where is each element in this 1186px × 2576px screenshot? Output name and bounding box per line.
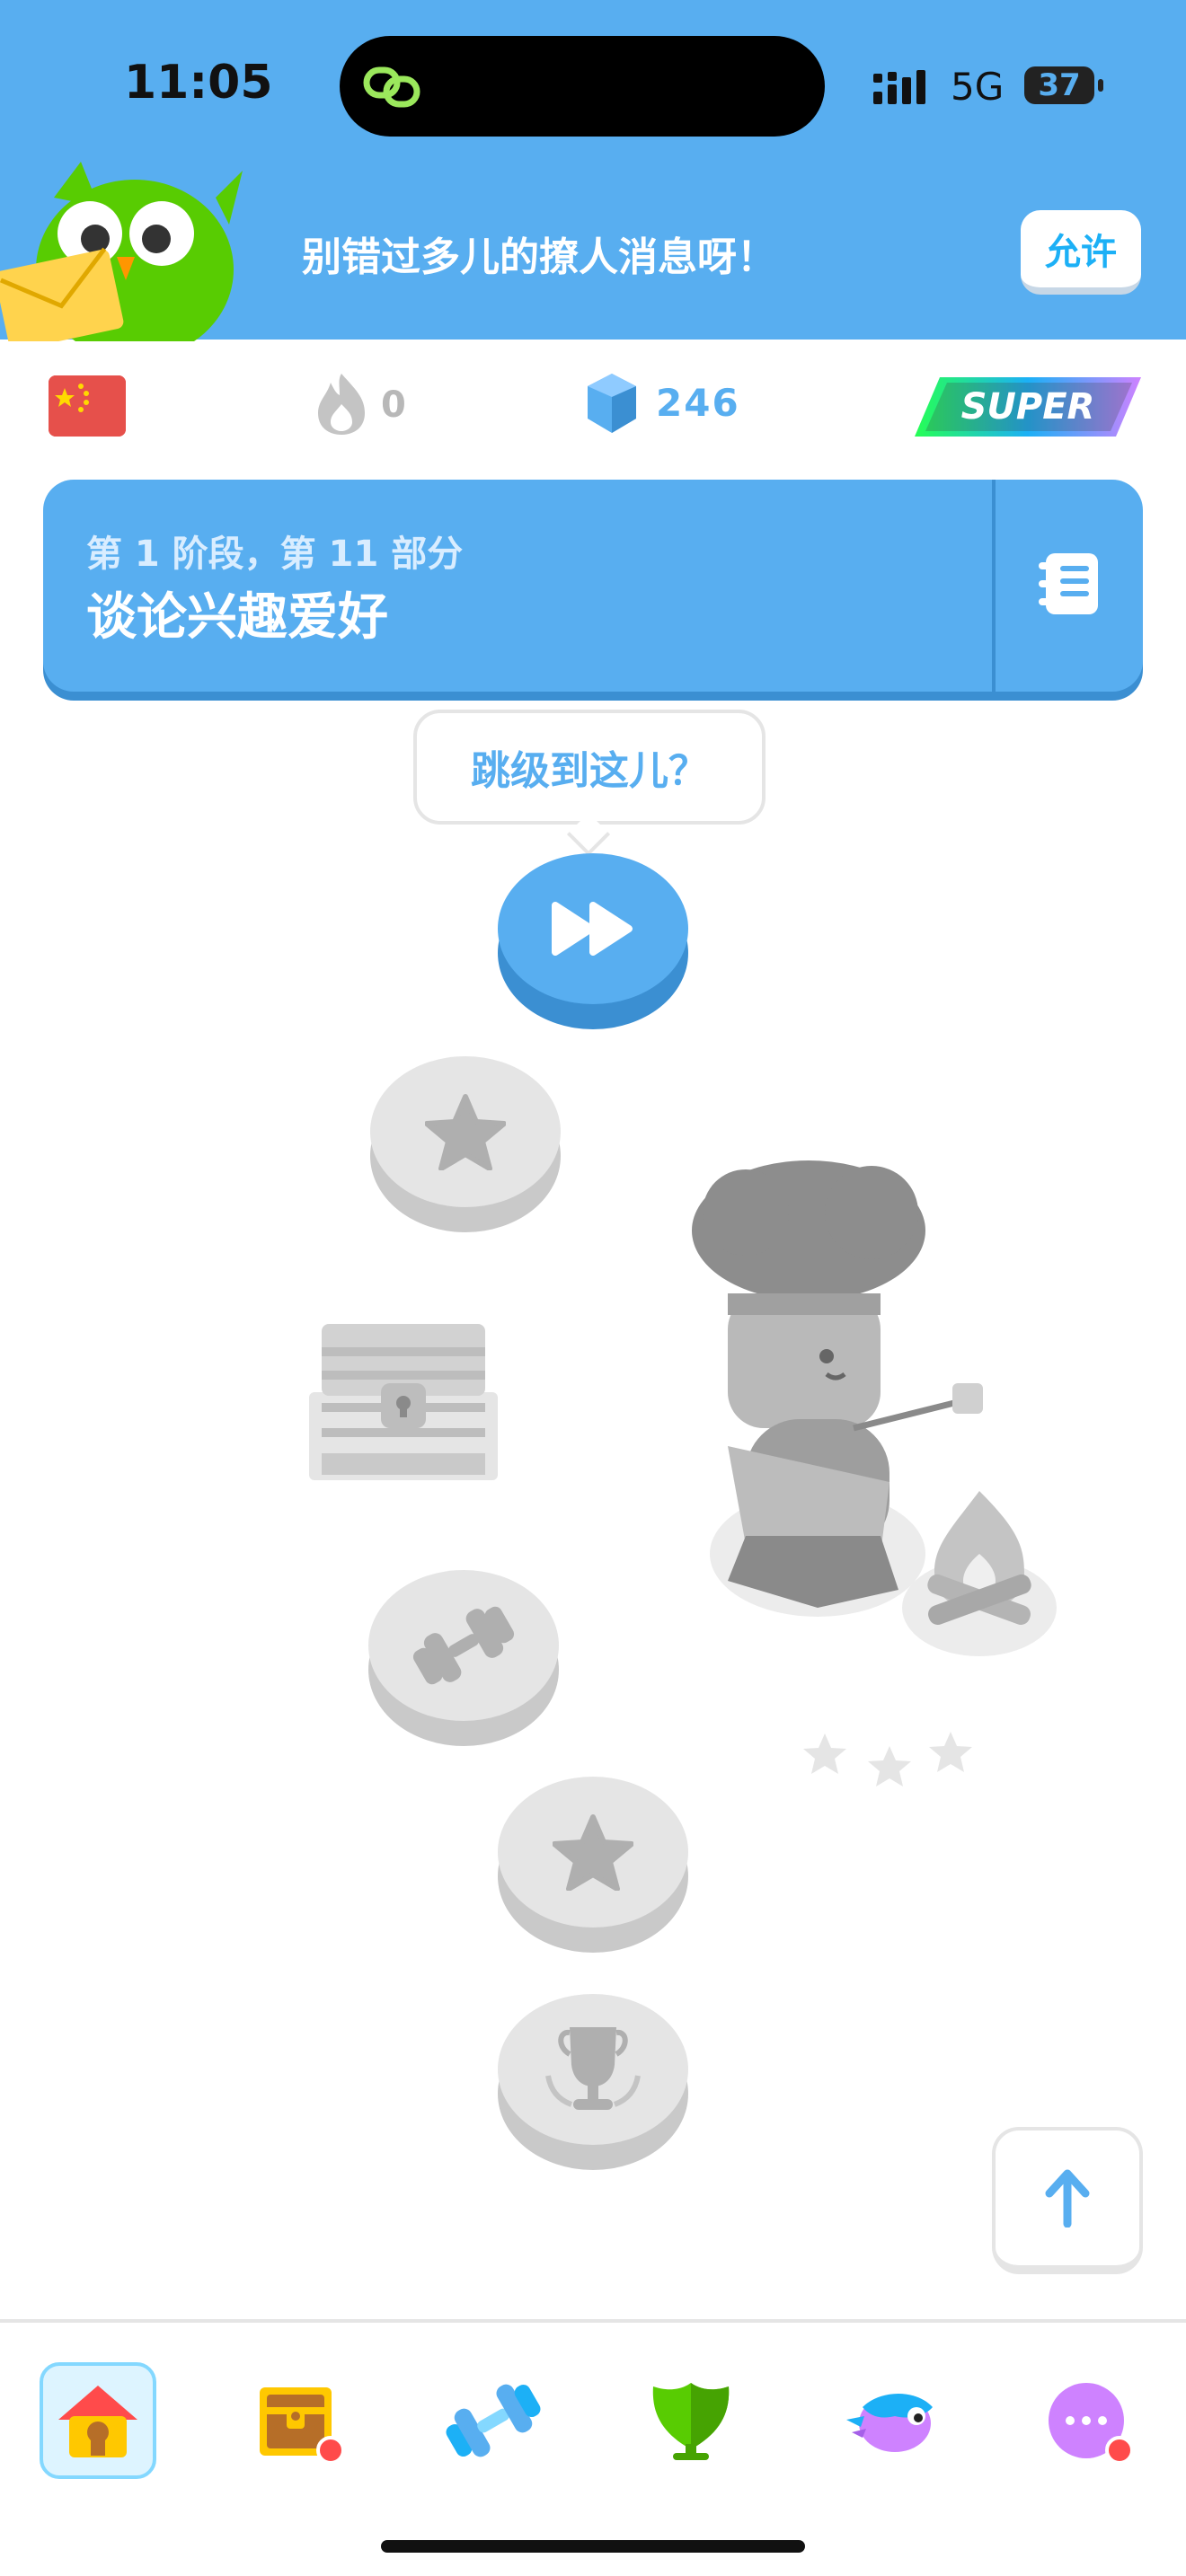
- network-type: 5G: [951, 65, 1005, 109]
- bird-icon: [846, 2394, 933, 2452]
- quests-notification-dot: [316, 2436, 345, 2465]
- super-badge[interactable]: SUPER: [915, 375, 1141, 438]
- cellular-signal-icon: [873, 70, 925, 104]
- unit-title: 谈论兴趣爱好: [86, 588, 388, 647]
- guidebook-icon: [1039, 553, 1098, 614]
- super-label: SUPER: [961, 386, 1095, 428]
- nav-characters[interactable]: [836, 2362, 952, 2479]
- link-icon: [363, 66, 420, 108]
- streak-flame-icon[interactable]: [314, 370, 368, 437]
- shield-icon: [652, 2383, 730, 2460]
- gem-icon[interactable]: [586, 372, 638, 435]
- star-icon: [425, 1094, 506, 1170]
- nav-home[interactable]: [40, 2362, 156, 2479]
- home-icon: [58, 2386, 137, 2457]
- home-indicator: [381, 2540, 805, 2553]
- scroll-to-top-button[interactable]: [992, 2127, 1143, 2274]
- nav-practice[interactable]: [435, 2362, 552, 2479]
- battery-indicator: 37: [1024, 66, 1094, 104]
- status-time: 11:05: [124, 56, 273, 110]
- dumbbell-icon: [412, 1606, 515, 1685]
- star-icon: [553, 1814, 633, 1891]
- banner-message: 别错过多儿的撩人消息呀！: [302, 234, 776, 280]
- character-campfire-illustration: [692, 1160, 1057, 1656]
- practice-node-locked[interactable]: [368, 1570, 559, 1746]
- unit-subtitle: 第 1 阶段，第 11 部分: [86, 534, 464, 575]
- china-flag-icon: [49, 375, 126, 437]
- duo-owl-mascot-icon: [0, 162, 243, 341]
- unit-stars-decoration: [803, 1732, 972, 1786]
- duolingo-home-screen: 11:05 5G 37 别错过多儿的撩人消息呀！ 允许 0 246 SUPER …: [0, 0, 1186, 2576]
- allow-notifications-button[interactable]: 允许: [1021, 210, 1141, 295]
- gem-count: 246: [656, 381, 740, 425]
- trophy-icon: [545, 2027, 641, 2110]
- battery-cap: [1098, 79, 1103, 92]
- jump-here-tooltip[interactable]: 跳级到这儿？: [413, 710, 766, 825]
- nav-leaderboard[interactable]: [633, 2362, 749, 2479]
- bottom-navigation: [0, 2319, 1186, 2576]
- lesson-node-locked[interactable]: [370, 1056, 561, 1232]
- course-flag-button[interactable]: [49, 375, 126, 437]
- more-notification-dot: [1105, 2436, 1134, 2465]
- jump-ahead-node[interactable]: [498, 853, 688, 1029]
- trophy-node-locked[interactable]: [498, 1994, 688, 2170]
- arrow-up-icon: [1045, 2169, 1090, 2228]
- fast-forward-icon: [552, 902, 633, 956]
- streak-count: 0: [381, 384, 406, 426]
- treasure-chest-icon[interactable]: [305, 1320, 501, 1484]
- lesson-node-locked[interactable]: [498, 1777, 688, 1953]
- dumbbell-icon: [446, 2384, 541, 2457]
